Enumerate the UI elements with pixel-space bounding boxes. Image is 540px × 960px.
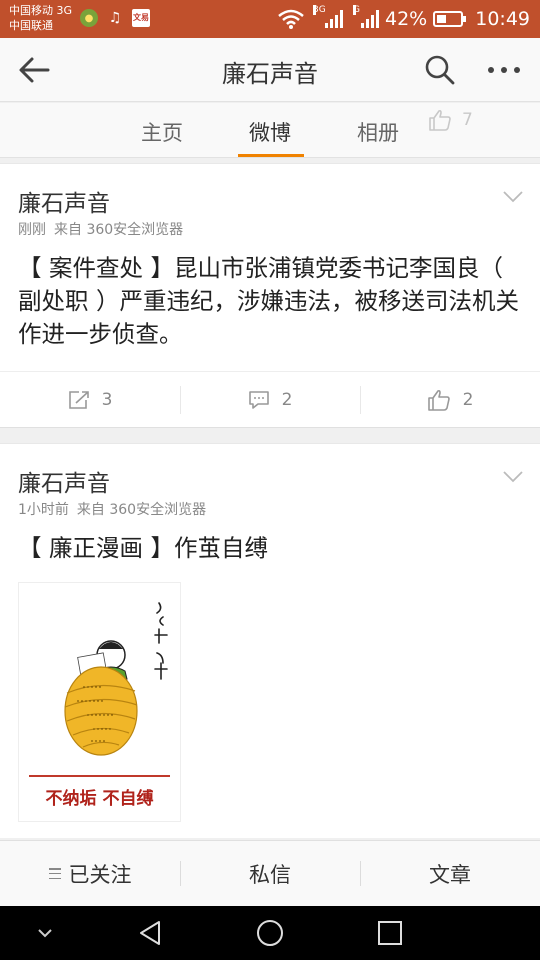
post-author[interactable]: 廉石声音 bbox=[18, 184, 110, 218]
comment-count: 2 bbox=[281, 390, 293, 410]
thumbs-up-icon bbox=[429, 109, 451, 131]
carrier-info: 中国移动 3G 中国联通 bbox=[9, 3, 72, 33]
app-header: 廉石声音 bbox=[0, 38, 540, 102]
cartoon-caption: 不纳垢 不自缚 bbox=[45, 789, 154, 809]
header-like[interactable]: 7 bbox=[428, 109, 473, 131]
cartoon-divider bbox=[29, 775, 170, 777]
battery-icon bbox=[433, 11, 467, 27]
carrier-1: 中国移动 3G bbox=[9, 4, 73, 17]
post-source: 来自 360安全浏览器 bbox=[76, 502, 207, 518]
article-button[interactable]: 文章 bbox=[360, 841, 540, 906]
header-like-count: 7 bbox=[462, 110, 473, 130]
post-meta: 1小时前 来自 360安全浏览器 bbox=[18, 499, 206, 519]
chevron-down-icon[interactable] bbox=[502, 190, 524, 204]
tab-home[interactable]: 主页 bbox=[130, 117, 194, 147]
message-button[interactable]: 私信 bbox=[180, 841, 360, 906]
post-time: 1小时前 bbox=[18, 502, 69, 518]
home-circle-icon[interactable] bbox=[255, 918, 285, 948]
repost-icon bbox=[68, 391, 89, 409]
bottom-action-bar: 已关注 私信 文章 bbox=[0, 840, 540, 906]
search-icon[interactable] bbox=[424, 54, 456, 86]
back-triangle-icon[interactable] bbox=[135, 918, 165, 948]
comment-icon bbox=[248, 391, 269, 409]
following-label: 已关注 bbox=[68, 862, 132, 887]
post-time: 刚刚 bbox=[18, 222, 46, 238]
profile-tabs: 主页 微博 相册 7 bbox=[0, 103, 540, 158]
status-bar: 中国移动 3G 中国联通 ● ♫ 文易 3G G 42% 10:49 bbox=[0, 0, 540, 38]
tab-weibo[interactable]: 微博 bbox=[238, 117, 302, 147]
status-indicators: 3G G 42% 10:49 bbox=[277, 4, 530, 34]
tab-album[interactable]: 相册 bbox=[346, 117, 410, 147]
post-source: 来自 360安全浏览器 bbox=[54, 222, 184, 238]
post-image-cartoon[interactable]: 不纳垢 不自缚 bbox=[18, 582, 181, 822]
clock: 10:49 bbox=[475, 8, 530, 30]
post-body: 【 案件查处 】昆山市张浦镇党委书记李国良（ 副处职 ）严重违纪，涉嫌违法，被移… bbox=[18, 254, 519, 348]
signal-icon: 3G bbox=[313, 5, 343, 28]
system-nav-bar bbox=[0, 906, 540, 960]
post-card: 廉石声音 1小时前 来自 360安全浏览器 【 廉正漫画 】作茧自缚 不纳垢 不… bbox=[0, 443, 540, 838]
repost-button[interactable]: 3 bbox=[0, 372, 180, 428]
post-author[interactable]: 廉石声音 bbox=[18, 464, 110, 498]
notification-icons: ● ♫ 文易 bbox=[80, 9, 150, 27]
music-notification-icon: ♫ bbox=[108, 10, 122, 26]
repost-count: 3 bbox=[101, 390, 113, 410]
post-meta: 刚刚 来自 360安全浏览器 bbox=[18, 219, 183, 239]
more-options-icon[interactable] bbox=[484, 56, 524, 84]
menu-icon bbox=[48, 868, 61, 879]
comment-button[interactable]: 2 bbox=[180, 372, 360, 428]
like-button[interactable]: 2 bbox=[360, 372, 540, 428]
article-label: 文章 bbox=[429, 862, 471, 887]
news-notification-icon: 文易 bbox=[132, 9, 150, 27]
carrier-2: 中国联通 bbox=[9, 19, 53, 32]
hide-nav-chevron-icon[interactable] bbox=[30, 918, 60, 948]
like-count: 2 bbox=[462, 390, 474, 410]
wifi-icon bbox=[278, 9, 304, 29]
post-actions: 3 2 2 bbox=[0, 371, 540, 428]
cocoon-cartoon-image bbox=[64, 602, 168, 756]
recents-square-icon[interactable] bbox=[375, 918, 405, 948]
following-button[interactable]: 已关注 bbox=[0, 841, 180, 906]
thumbs-up-icon bbox=[427, 389, 450, 411]
chevron-down-icon[interactable] bbox=[502, 470, 524, 484]
post-body: 【 廉正漫画 】作茧自缚 bbox=[18, 534, 268, 562]
message-label: 私信 bbox=[249, 862, 291, 887]
wechat-notification-icon: ● bbox=[80, 9, 98, 27]
signal-icon-2: G bbox=[353, 5, 379, 28]
active-tab-indicator bbox=[238, 154, 304, 157]
battery-percent: 42% bbox=[385, 8, 428, 30]
page-title: 廉石声音 bbox=[222, 60, 318, 88]
post-card: 廉石声音 刚刚 来自 360安全浏览器 【 案件查处 】昆山市张浦镇党委书记李国良… bbox=[0, 163, 540, 428]
